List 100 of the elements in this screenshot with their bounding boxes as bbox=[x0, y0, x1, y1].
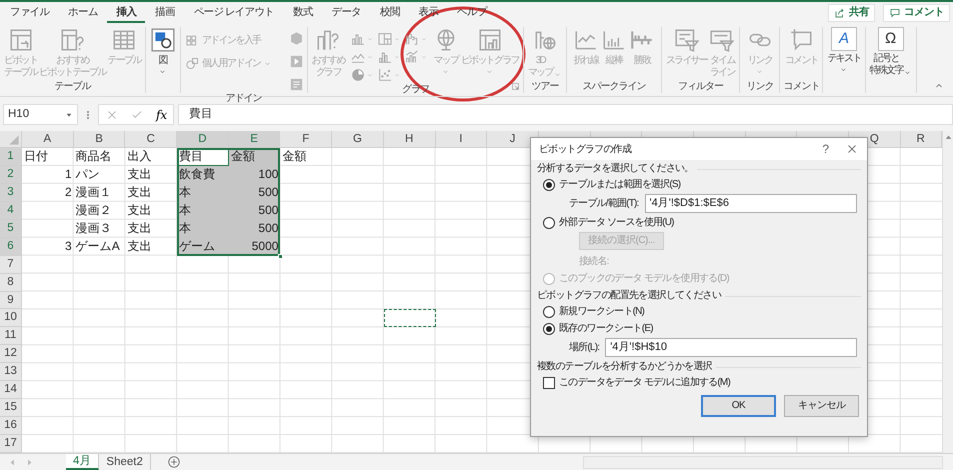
range-field[interactable]: '4月'!$H$10 bbox=[605, 338, 857, 357]
sheet-cell[interactable]: 飲食費 bbox=[177, 166, 229, 184]
sheet-cell[interactable]: 漫画１ bbox=[74, 184, 126, 202]
radio-option[interactable]: 新規ワークシート(N) bbox=[531, 303, 644, 320]
row-header[interactable]: 9 bbox=[0, 292, 22, 310]
sheet-cell[interactable]: 500 bbox=[228, 202, 280, 220]
sheet-cell[interactable]: 支出 bbox=[125, 184, 178, 202]
row-header[interactable]: 6 bbox=[0, 238, 22, 256]
radio-option[interactable]: 外部データ ソースを使用(U) bbox=[531, 214, 674, 231]
formula-field[interactable]: 費目 bbox=[178, 104, 953, 125]
sheet-cell[interactable]: 本 bbox=[177, 202, 229, 220]
ribbon-tab[interactable]: 数式 bbox=[282, 3, 322, 23]
row-header[interactable]: 16 bbox=[0, 417, 22, 435]
add-sheet-icon[interactable] bbox=[166, 455, 181, 469]
row-header[interactable]: 3 bbox=[0, 184, 22, 202]
cancel-button[interactable]: キャンセル bbox=[784, 395, 859, 417]
column-header[interactable]: F bbox=[280, 131, 332, 148]
ribbon-tab[interactable]: 描画 bbox=[145, 3, 184, 23]
sheet-cell[interactable]: 支出 bbox=[125, 238, 178, 256]
range-field[interactable]: '4月'!$D$1:$E$6 bbox=[644, 194, 857, 213]
ribbon-tab[interactable]: 校閲 bbox=[370, 3, 409, 23]
row-header[interactable]: 13 bbox=[0, 363, 22, 382]
ok-button[interactable]: OK bbox=[701, 395, 776, 417]
vertical-scrollbar[interactable] bbox=[942, 131, 953, 453]
ribbon-tab[interactable]: 挿入 bbox=[106, 3, 146, 23]
sheet-cell[interactable]: 100 bbox=[228, 166, 280, 184]
row-header[interactable]: 7 bbox=[0, 256, 22, 274]
ribbon-tab[interactable]: ファイル bbox=[0, 3, 58, 23]
sheet-cell[interactable]: 本 bbox=[177, 220, 229, 238]
sheet-cell[interactable]: 500 bbox=[228, 220, 280, 238]
column-header[interactable]: B bbox=[74, 131, 126, 148]
scroll-left-icon[interactable] bbox=[8, 458, 17, 466]
play-icon[interactable] bbox=[288, 54, 304, 69]
column-header[interactable]: A bbox=[22, 131, 74, 148]
sheet-cell[interactable]: 費目 bbox=[177, 148, 229, 166]
waterfall-chart-icon[interactable] bbox=[404, 31, 420, 47]
sheet-cell[interactable]: 500 bbox=[228, 184, 280, 202]
sheet-tab[interactable]: 4月 bbox=[66, 454, 100, 470]
column-header[interactable]: E bbox=[228, 131, 280, 148]
ribbon-button[interactable]: Ω 記号と 特殊文字 bbox=[868, 27, 913, 77]
sheet-cell[interactable]: 金額 bbox=[280, 148, 332, 166]
ribbon-tab[interactable]: ページ レイアウト bbox=[184, 3, 283, 23]
sheet-cell[interactable]: 漫画３ bbox=[74, 220, 126, 238]
column-header[interactable]: H bbox=[384, 131, 436, 148]
row-header[interactable]: 15 bbox=[0, 399, 22, 418]
sheet-cell[interactable]: 支出 bbox=[125, 202, 178, 220]
comment-button[interactable]: コメント bbox=[883, 4, 950, 22]
sheet-cell[interactable]: ゲーム bbox=[177, 238, 229, 256]
row-header[interactable]: 17 bbox=[0, 435, 22, 453]
pie-chart-icon[interactable] bbox=[350, 67, 366, 83]
sheet-cell[interactable]: 5000 bbox=[228, 238, 280, 256]
column-header[interactable]: G bbox=[332, 131, 384, 148]
scroll-right-icon[interactable] bbox=[25, 458, 34, 466]
ribbon-button[interactable]: A テキスト bbox=[826, 27, 862, 74]
row-header[interactable]: 10 bbox=[0, 309, 22, 328]
scatter-chart-icon[interactable] bbox=[376, 67, 393, 83]
ribbon-button[interactable]: 図 bbox=[148, 27, 177, 76]
sheet-cell[interactable]: 商品名 bbox=[74, 148, 126, 166]
sheet-cell[interactable]: 金額 bbox=[228, 148, 280, 166]
row-header[interactable]: 14 bbox=[0, 381, 22, 400]
radio-option[interactable]: テーブルまたは範囲を選択(S) bbox=[531, 176, 680, 193]
hexagon-icon[interactable] bbox=[288, 31, 304, 46]
horizontal-scrollbar[interactable] bbox=[583, 456, 943, 468]
function-button[interactable]: fx bbox=[156, 106, 168, 124]
sheet-cell[interactable]: 1 bbox=[22, 166, 74, 184]
sheet-cell[interactable]: 出入 bbox=[125, 148, 178, 166]
column-header[interactable]: R bbox=[900, 131, 942, 148]
sheet-cell[interactable]: 支出 bbox=[125, 220, 178, 238]
document-icon[interactable] bbox=[288, 77, 304, 92]
combo-chart-icon[interactable] bbox=[404, 49, 420, 65]
row-header[interactable]: 5 bbox=[0, 220, 22, 238]
launcher-icon[interactable] bbox=[510, 82, 520, 91]
row-header[interactable]: 4 bbox=[0, 202, 22, 220]
help-button[interactable]: ? bbox=[822, 140, 829, 158]
sheet-cell[interactable]: 3 bbox=[22, 238, 74, 256]
row-header[interactable]: 12 bbox=[0, 345, 22, 364]
column-header[interactable]: C bbox=[125, 131, 178, 148]
funnel-icon bbox=[674, 27, 700, 53]
row-header[interactable]: 8 bbox=[0, 274, 22, 292]
column-header[interactable]: I bbox=[436, 131, 488, 148]
sheet-cell[interactable]: 本 bbox=[177, 184, 229, 202]
row-header[interactable]: 11 bbox=[0, 327, 22, 346]
share-button[interactable]: 共有 bbox=[828, 4, 875, 22]
sheet-tab[interactable]: Sheet2 bbox=[99, 454, 151, 470]
fill-handle[interactable] bbox=[278, 254, 284, 259]
sheet-cell[interactable]: パン bbox=[74, 166, 126, 184]
treemap-icon[interactable] bbox=[376, 31, 393, 47]
checkbox-option[interactable]: このデータをデータ モデルに追加する(M) bbox=[531, 374, 730, 391]
row-header[interactable]: 1 bbox=[0, 148, 22, 166]
ribbon-tab[interactable]: ホーム bbox=[58, 3, 107, 23]
sheet-cell[interactable]: 2 bbox=[22, 184, 74, 202]
sheet-cell[interactable]: 日付 bbox=[22, 148, 74, 166]
name-box[interactable]: H10 bbox=[3, 104, 78, 125]
ribbon-tab[interactable]: データ bbox=[322, 3, 370, 23]
column-header[interactable]: D bbox=[177, 131, 229, 148]
sheet-cell[interactable]: 支出 bbox=[125, 166, 178, 184]
sheet-cell[interactable]: 漫画２ bbox=[74, 202, 126, 220]
row-header[interactable]: 2 bbox=[0, 166, 22, 184]
radio-option[interactable]: 既存のワークシート(E) bbox=[531, 320, 653, 337]
sheet-cell[interactable]: ゲームA bbox=[74, 238, 126, 256]
